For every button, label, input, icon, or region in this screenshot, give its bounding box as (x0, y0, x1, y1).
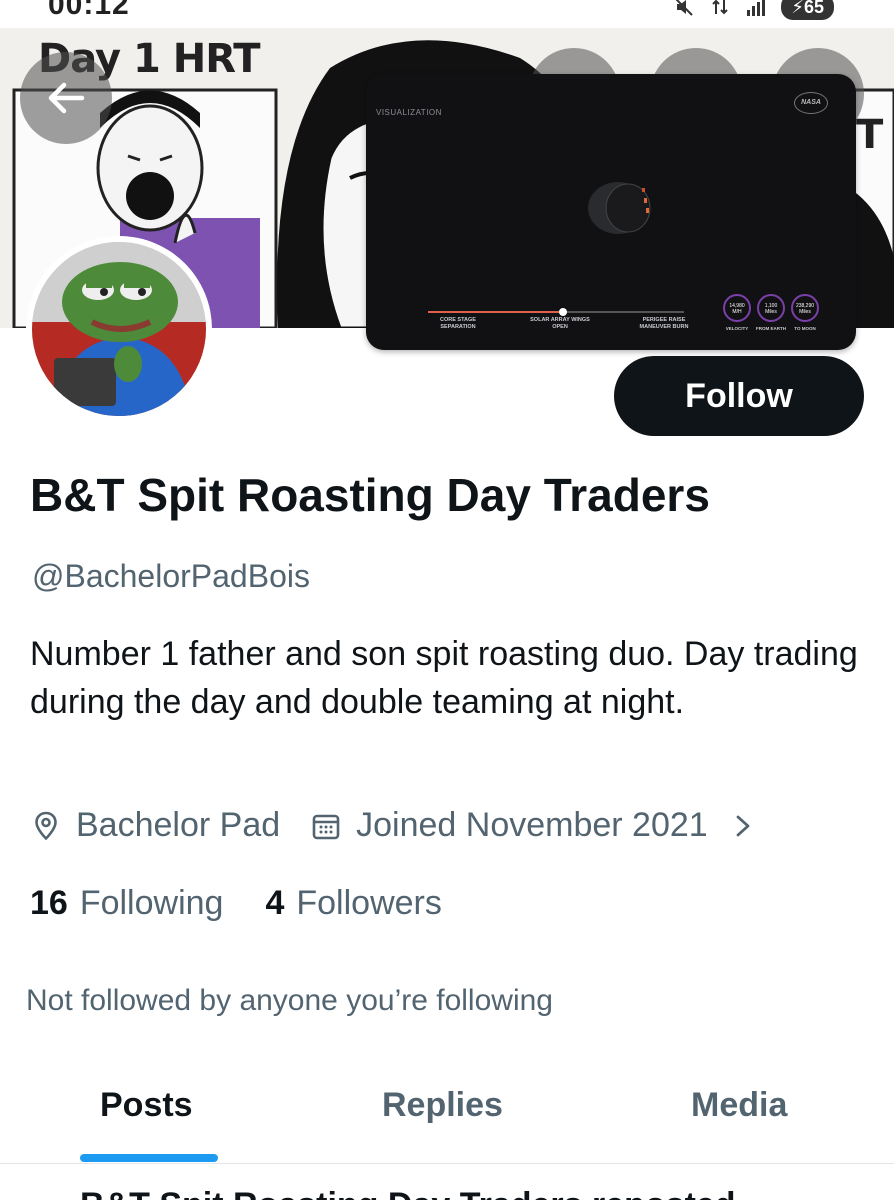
tab-posts[interactable]: Posts (100, 1086, 193, 1125)
distance-moon-gauge: 238,290 Miles (791, 294, 819, 322)
avatar-image (32, 242, 206, 416)
followers-label: Followers (296, 884, 442, 922)
active-tab-indicator (80, 1154, 218, 1162)
velocity-gauge: 14,980 M/H (723, 294, 751, 322)
chevron-right-icon (736, 815, 750, 836)
display-name: B&T Spit Roasting Day Traders (30, 469, 710, 521)
mission-progress-track (428, 308, 684, 316)
location-pin-icon (35, 811, 57, 840)
back-button[interactable] (20, 52, 112, 144)
capsule-graphic (588, 182, 651, 234)
signal-icon (745, 0, 767, 18)
not-followed-notice: Not followed by anyone you’re following (26, 984, 553, 1017)
followers-count: 4 (265, 884, 285, 922)
mission-progress-marker (559, 308, 567, 316)
battery-level: 65 (803, 0, 824, 17)
milestone-label: SOLAR ARRAY WINGS OPEN (530, 317, 590, 330)
following-link[interactable]: 16 Following (30, 884, 223, 923)
follow-button[interactable]: Follow (614, 356, 864, 436)
floating-video-player[interactable]: VISUALIZATION NASA CORE STAGE SEPARATION… (366, 74, 856, 350)
location-text: Bachelor Pad (76, 806, 281, 844)
avatar[interactable] (26, 236, 212, 422)
svg-text:T: T (856, 112, 884, 158)
profile-meta: Bachelor Pad Joined November 2021 (30, 806, 768, 845)
user-handle: @BachelorPadBois (32, 558, 310, 594)
video-tag: VISUALIZATION (376, 108, 442, 117)
joined-text: Joined November 2021 (356, 806, 708, 844)
follow-counts: 16 Following 4 Followers (30, 884, 442, 923)
calendar-icon (312, 814, 340, 839)
gauge-unit: Miles (799, 309, 811, 315)
status-bar: 00:12 ⚡65 (0, 0, 894, 28)
following-count: 16 (30, 884, 68, 922)
profile-bio: Number 1 father and son spit roasting du… (30, 635, 858, 721)
following-label: Following (79, 884, 224, 922)
mission-progress-fill (428, 311, 564, 313)
back-arrow-icon (48, 82, 85, 114)
nasa-logo: NASA (794, 92, 828, 114)
distance-earth-gauge: 1,100 Miles (757, 294, 785, 322)
tab-replies[interactable]: Replies (382, 1086, 503, 1125)
gauge-label: TO MOON (794, 326, 816, 331)
milestone-label: PERIGEE RAISE MANEUVER BURN (639, 317, 689, 330)
status-icons: ⚡65 (673, 0, 834, 20)
status-time: 00:12 (48, 0, 130, 21)
next-post-preview[interactable]: B&T Spit Roasting Day Traders reposted (80, 1186, 736, 1200)
data-arrows-icon (709, 0, 731, 18)
gauge-unit: M/H (732, 309, 742, 315)
gauge-unit: Miles (765, 309, 777, 315)
milestone-label: CORE STAGE SEPARATION (440, 317, 476, 330)
tab-media[interactable]: Media (691, 1086, 787, 1125)
followers-link[interactable]: 4 Followers (265, 884, 441, 923)
battery-icon: ⚡65 (781, 0, 834, 20)
joined-item[interactable]: Joined November 2021 (310, 806, 768, 845)
profile-tabs: Posts Replies Media (0, 1060, 894, 1164)
mute-icon (673, 0, 695, 18)
location-item: Bachelor Pad (30, 806, 280, 845)
